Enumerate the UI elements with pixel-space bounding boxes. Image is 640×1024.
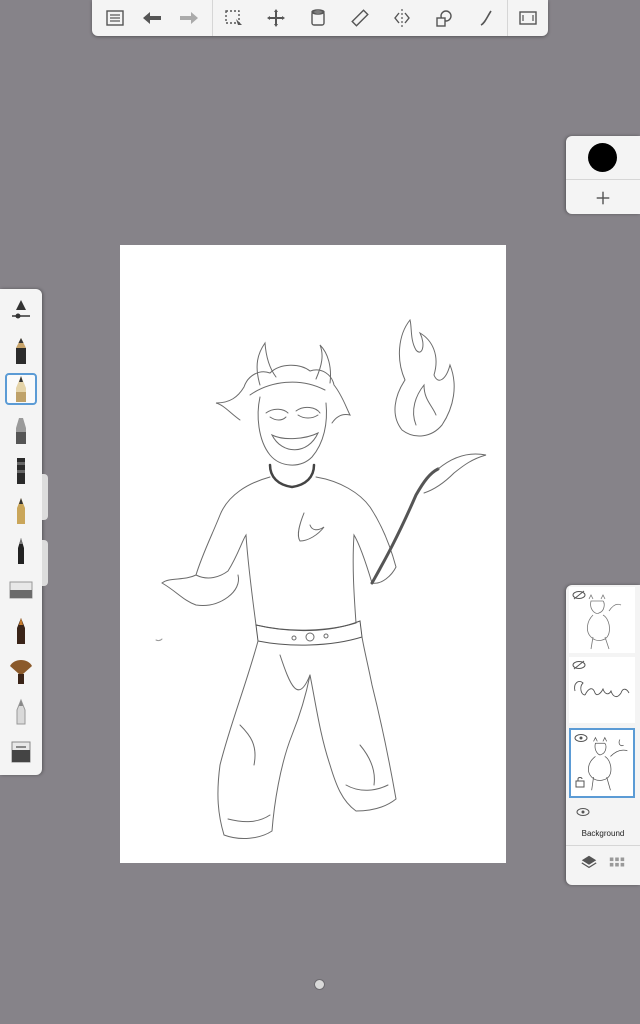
panel-divider	[566, 845, 640, 846]
fan-brush-icon[interactable]	[5, 655, 37, 687]
pencil-icon[interactable]	[5, 335, 37, 367]
ruler-icon[interactable]	[346, 4, 374, 32]
brush-palette	[0, 289, 42, 775]
curve-icon[interactable]	[472, 4, 500, 32]
smudge-icon[interactable]	[5, 695, 37, 727]
layer-thumbnail-selected[interactable]	[569, 728, 635, 798]
top-toolbar	[92, 0, 548, 36]
gallery-icon[interactable]	[101, 4, 129, 32]
add-layer-button[interactable]	[588, 184, 618, 212]
layer-visible-icon[interactable]	[574, 733, 588, 743]
background-visible-icon[interactable]	[576, 807, 590, 817]
layer-thumbnail[interactable]	[569, 587, 635, 653]
color-panel	[566, 136, 640, 214]
paint-brush-2-icon[interactable]	[5, 615, 37, 647]
background-layer-label[interactable]: Background	[566, 829, 640, 838]
shapes-icon[interactable]	[430, 4, 458, 32]
current-color-swatch[interactable]	[588, 143, 617, 172]
layers-panel: Background	[566, 585, 640, 885]
layer-hidden-icon[interactable]	[572, 590, 586, 600]
eraser-icon[interactable]	[5, 575, 37, 607]
layers-icon[interactable]	[578, 851, 600, 873]
ballpoint-pen-icon[interactable]	[5, 373, 37, 405]
redo-icon[interactable]	[175, 4, 203, 32]
panel-divider	[566, 179, 640, 180]
palette-collapse-tab[interactable]	[42, 540, 48, 586]
layer-thumbnail[interactable]	[569, 657, 635, 723]
grid-icon[interactable]	[606, 851, 628, 873]
airbrush-icon[interactable]	[5, 455, 37, 487]
fullscreen-icon[interactable]	[514, 4, 542, 32]
symmetry-icon[interactable]	[388, 4, 416, 32]
selection-icon[interactable]	[220, 4, 248, 32]
palette-collapse-tab[interactable]	[42, 474, 48, 520]
plus-icon	[596, 191, 610, 205]
bottom-handle[interactable]	[314, 979, 325, 990]
undo-icon[interactable]	[138, 4, 166, 32]
drawing-canvas[interactable]	[120, 245, 506, 863]
layer-hidden-icon[interactable]	[572, 660, 586, 670]
lock-icon[interactable]	[575, 776, 585, 788]
brush-library-icon[interactable]	[5, 735, 37, 767]
fill-bucket-icon[interactable]	[304, 4, 332, 32]
ink-pen-icon[interactable]	[5, 495, 37, 527]
sketch-artwork	[155, 318, 487, 839]
paint-brush-icon[interactable]	[5, 535, 37, 567]
brush-settings-icon[interactable]	[5, 293, 37, 325]
transform-icon[interactable]	[262, 4, 290, 32]
marker-icon[interactable]	[5, 415, 37, 447]
